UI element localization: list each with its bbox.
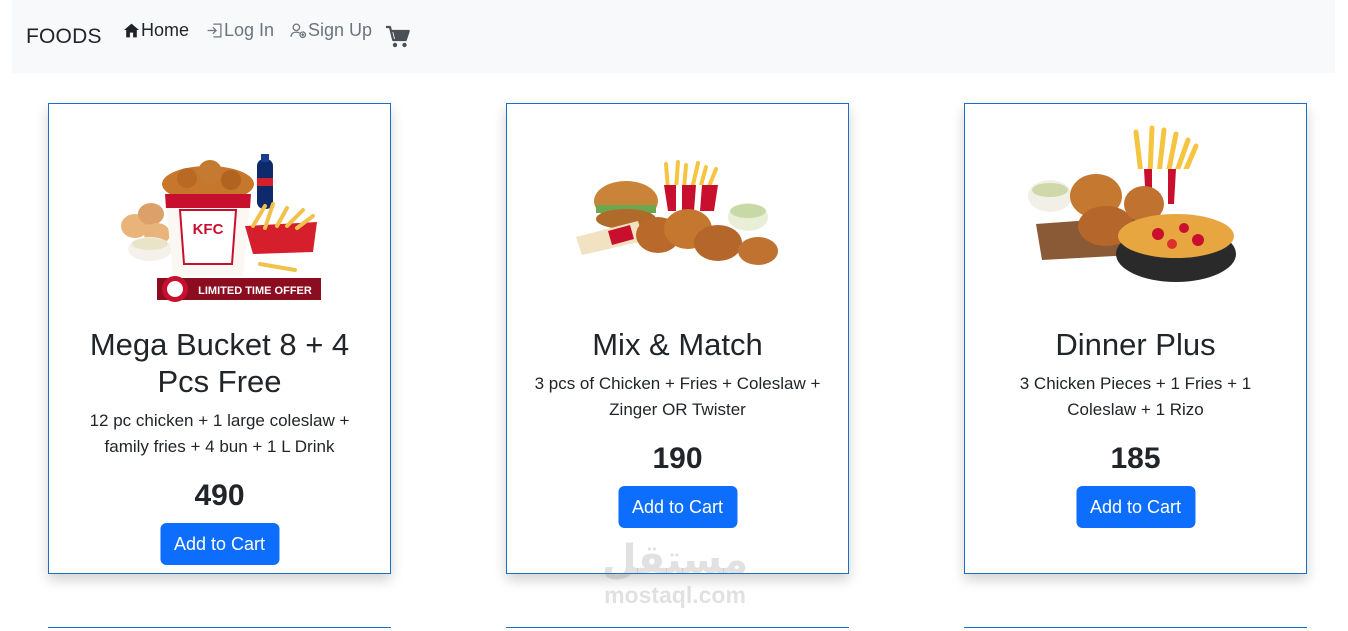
next-card-edge xyxy=(964,627,1307,631)
offer-badge: LIMITED TIME OFFER xyxy=(198,285,312,297)
next-card-edge xyxy=(506,627,849,631)
nav-home-label: Home xyxy=(141,20,190,40)
watermark-latin: mostaql.com xyxy=(604,582,746,608)
nav-signup-label: Sign Up xyxy=(308,20,373,40)
add-to-cart-button[interactable]: Add to Cart xyxy=(1075,486,1196,528)
product-price: 490 xyxy=(194,479,245,512)
user-add-icon xyxy=(290,23,307,39)
product-card-mega-bucket: KFC LIMITED TIME OFFER Mega Bucket 8 + 4… xyxy=(48,103,391,574)
bucket-text: KFC xyxy=(192,221,223,238)
product-description: 12 pc chicken + 1 large coleslaw + famil… xyxy=(89,411,350,456)
product-title: Mega Bucket 8 + 4 Pcs Free xyxy=(89,327,350,399)
nav-signup[interactable]: Sign Up xyxy=(290,20,372,41)
product-price: 185 xyxy=(1110,442,1161,475)
home-icon xyxy=(124,23,139,38)
login-icon xyxy=(207,23,222,38)
product-description: 3 Chicken Pieces + 1 Fries + 1 Coleslaw … xyxy=(1019,374,1252,419)
brand[interactable]: FOODS xyxy=(26,25,102,49)
nav-home[interactable]: Home xyxy=(123,20,189,41)
add-to-cart-button[interactable]: Add to Cart xyxy=(617,486,738,528)
cart-icon[interactable] xyxy=(385,24,411,50)
product-title: Mix & Match xyxy=(592,327,763,362)
mega-bucket-image: KFC LIMITED TIME OFFER xyxy=(120,154,321,302)
product-price: 190 xyxy=(652,442,703,475)
product-card-dinner-plus: Dinner Plus 3 Chicken Pieces + 1 Fries +… xyxy=(964,103,1307,574)
product-description: 3 pcs of Chicken + Fries + Coleslaw + Zi… xyxy=(534,374,821,419)
mix-match-image xyxy=(575,160,778,265)
next-card-edge xyxy=(48,627,391,631)
nav-login[interactable]: Log In xyxy=(206,20,274,41)
product-title: Dinner Plus xyxy=(1055,327,1216,362)
dinner-plus-image xyxy=(1027,125,1236,282)
add-to-cart-button[interactable]: Add to Cart xyxy=(159,523,280,565)
navbar: FOODS Home Log In Sign Up xyxy=(12,0,1335,73)
nav-login-label: Log In xyxy=(224,20,275,40)
product-card-mix-match: Mix & Match 3 pcs of Chicken + Fries + C… xyxy=(506,103,849,574)
